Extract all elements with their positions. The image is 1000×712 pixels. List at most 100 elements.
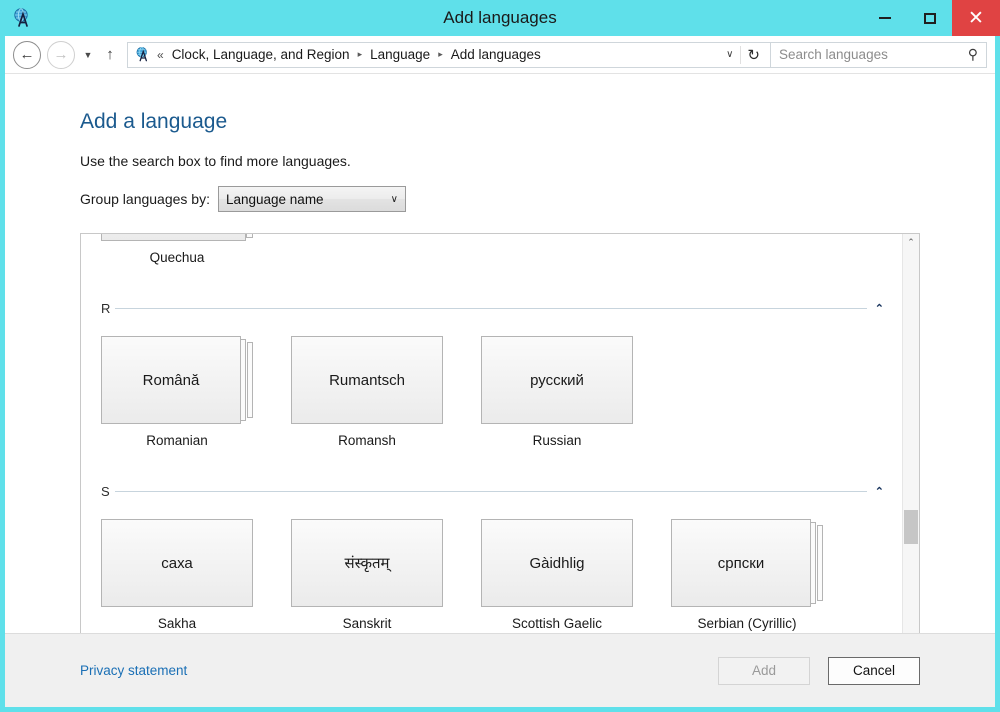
language-native-name [101, 234, 246, 241]
breadcrumb-item-add-languages[interactable]: Add languages [449, 45, 543, 64]
language-tile[interactable]: Quechua [101, 234, 253, 265]
language-tile-row: Quechua [101, 234, 884, 265]
recent-locations-button[interactable]: ▼ [79, 50, 97, 60]
chevron-down-icon: ▼ [84, 50, 93, 60]
breadcrumb-arrow-icon[interactable]: ▸ [358, 49, 363, 60]
language-english-name: Russian [481, 433, 633, 448]
language-english-name: Quechua [101, 250, 253, 265]
language-english-name: Sanskrit [291, 616, 443, 631]
main-content: Add a language Use the search box to fin… [5, 74, 995, 633]
maximize-button[interactable] [907, 0, 952, 36]
language-tile[interactable]: српски Serbian (Cyrillic) [671, 519, 823, 631]
dialog-footer: Privacy statement Add Cancel [5, 633, 995, 707]
language-english-name: Serbian (Cyrillic) [671, 616, 823, 631]
close-button[interactable]: ✕ [952, 0, 1000, 36]
privacy-statement-link[interactable]: Privacy statement [80, 663, 187, 678]
language-english-name: Sakha [101, 616, 253, 631]
chevron-up-icon: ⌃ [907, 237, 915, 248]
breadcrumb-item-clock-language-region[interactable]: Clock, Language, and Region [170, 45, 352, 64]
language-tile[interactable]: Gàidhlig Scottish Gaelic [481, 519, 633, 631]
language-tile-row: Română Romanian Rumantsch Romansh русский Rus… [101, 336, 884, 448]
language-english-name: Romanian [101, 433, 253, 448]
group-collapse-chevron-icon[interactable]: ⌃ [867, 485, 884, 498]
language-list-viewport: QuechuaR⌃RomânăRomanianRumantschRomanshр… [81, 234, 902, 633]
cancel-button[interactable]: Cancel [828, 657, 920, 685]
breadcrumb-item-language[interactable]: Language [368, 45, 432, 64]
breadcrumb-globe-icon [134, 46, 151, 63]
language-group: Quechua [101, 234, 884, 265]
vertical-scrollbar[interactable]: ⌃ ⌄ [902, 234, 919, 633]
group-divider [115, 308, 867, 309]
chevron-down-icon: ⌄ [907, 630, 915, 633]
language-globe-icon [11, 7, 33, 29]
group-divider [115, 491, 867, 492]
forward-button[interactable]: → [47, 41, 75, 69]
group-collapse-chevron-icon[interactable]: ⌃ [867, 302, 884, 315]
chevron-down-icon: ∨ [391, 194, 398, 205]
language-tile[interactable]: Română Romanian [101, 336, 253, 448]
language-tile-box[interactable]: русский [481, 336, 633, 424]
scroll-up-button[interactable]: ⌃ [903, 234, 919, 251]
add-languages-window: Add languages ✕ ← → ▼ ↑ [0, 0, 1000, 712]
language-native-name: саха [101, 519, 253, 607]
forward-arrow-icon: → [54, 46, 69, 63]
minimize-button[interactable] [862, 0, 907, 36]
group-by-select[interactable]: Language name ∨ [218, 186, 406, 212]
language-tile[interactable]: Rumantsch Romansh [291, 336, 443, 448]
minimize-icon [879, 17, 891, 19]
title-bar: Add languages ✕ [0, 0, 1000, 36]
address-bar: ← → ▼ ↑ « Clock, Language, and Region ▸ … [5, 36, 995, 74]
language-tile[interactable]: саха Sakha [101, 519, 253, 631]
language-tile[interactable]: русский Russian [481, 336, 633, 448]
scrollbar-thumb[interactable] [904, 510, 918, 544]
language-tile-box[interactable]: Română [101, 336, 253, 424]
page-subtitle: Use the search box to find more language… [80, 153, 995, 169]
group-by-value: Language name [226, 192, 391, 207]
window-controls: ✕ [862, 0, 1000, 36]
language-tile-box[interactable]: саха [101, 519, 253, 607]
add-button[interactable]: Add [718, 657, 810, 685]
window-title: Add languages [0, 8, 1000, 28]
search-box[interactable]: Search languages ⚲ [771, 42, 987, 68]
language-english-name: Romansh [291, 433, 443, 448]
back-button[interactable]: ← [13, 41, 41, 69]
group-by-row: Group languages by: Language name ∨ [80, 186, 995, 212]
search-icon: ⚲ [968, 46, 978, 63]
group-letter: R [101, 301, 115, 316]
language-tile-row: саха Sakha संस्कृतम् Sanskrit Gàidhlig Scotti… [101, 519, 884, 631]
group-letter: S [101, 484, 115, 499]
language-native-name: Gàidhlig [481, 519, 633, 607]
scrollbar-track[interactable] [903, 251, 919, 627]
breadcrumb[interactable]: « Clock, Language, and Region ▸ Language… [127, 42, 771, 68]
maximize-icon [924, 13, 936, 24]
language-native-name: српски [671, 519, 811, 607]
language-group-header: S⌃ [101, 478, 884, 504]
language-native-name: русский [481, 336, 633, 424]
back-arrow-icon: ← [20, 46, 35, 63]
page-title: Add a language [80, 110, 995, 134]
language-tile-box[interactable] [101, 234, 253, 241]
language-native-name: संस्कृतम् [291, 519, 443, 607]
footer-buttons: Add Cancel [718, 657, 920, 685]
address-history-chevron-icon[interactable]: ∨ [719, 49, 740, 60]
language-tile-box[interactable]: Rumantsch [291, 336, 443, 424]
language-native-name: Rumantsch [291, 336, 443, 424]
language-tile-box[interactable]: Gàidhlig [481, 519, 633, 607]
up-arrow-icon: ↑ [106, 46, 114, 63]
breadcrumb-arrow-icon[interactable]: ▸ [438, 49, 443, 60]
refresh-icon[interactable]: ↻ [740, 46, 766, 64]
language-tile-box[interactable]: संस्कृतम् [291, 519, 443, 607]
language-group-header: R⌃ [101, 295, 884, 321]
language-english-name: Scottish Gaelic [481, 616, 633, 631]
language-tile-box[interactable]: српски [671, 519, 823, 607]
language-list-panel: QuechuaR⌃RomânăRomanianRumantschRomanshр… [80, 233, 920, 633]
up-one-level-button[interactable]: ↑ [99, 46, 121, 63]
search-input[interactable]: Search languages [779, 47, 968, 62]
breadcrumb-overflow-icon[interactable]: « [157, 48, 164, 62]
language-group: R⌃RomânăRomanianRumantschRomanshрусскийR… [101, 295, 884, 448]
language-native-name: Română [101, 336, 241, 424]
scroll-down-button[interactable]: ⌄ [903, 627, 919, 633]
language-tile[interactable]: संस्कृतम् Sanskrit [291, 519, 443, 631]
language-group: S⌃сахаSakhaसंस्कृतम्SanskritGàidhligScot… [101, 478, 884, 631]
language-list-scroller: QuechuaR⌃RomânăRomanianRumantschRomanshр… [81, 234, 902, 633]
